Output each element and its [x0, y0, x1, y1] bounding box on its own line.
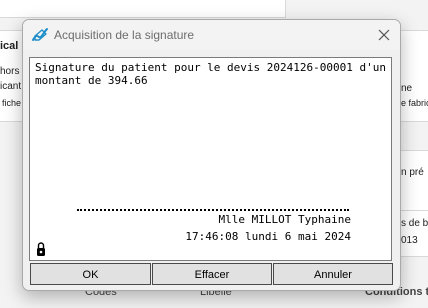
signature-dotted-line	[77, 209, 349, 211]
signature-pad[interactable]: Signature du patient pour le devis 20241…	[29, 57, 392, 261]
bg-right-label-1: ne	[401, 83, 413, 94]
bg-right-mid-label-3: 013	[401, 235, 418, 246]
cancel-button[interactable]: Annuler	[273, 263, 393, 285]
signature-timestamp: 17:46:08 lundi 6 mai 2024	[185, 230, 351, 243]
bg-right-mid-label-2: s de b	[401, 218, 428, 229]
top-left-panel	[0, 0, 286, 18]
bg-right-label-2: e fabric	[401, 98, 428, 108]
bg-left-label-3: icant	[0, 81, 22, 92]
right-panel	[398, 30, 428, 122]
dialog-titlebar[interactable]: Acquisition de la signature	[23, 20, 400, 50]
signature-pen-icon	[31, 27, 49, 43]
bg-left-label-4: fiche	[2, 98, 22, 108]
ok-button[interactable]: OK	[30, 263, 151, 285]
signer-name: Mlle MILLOT Typhaine	[218, 213, 351, 226]
clear-button[interactable]: Effacer	[152, 263, 272, 285]
right-mid-panel	[398, 150, 428, 212]
bg-left-label-2: hors	[0, 66, 20, 77]
close-icon[interactable]	[374, 25, 394, 45]
signature-dialog: Acquisition de la signature Signature du…	[22, 19, 401, 291]
bg-right-mid-label-1: n pré	[401, 167, 424, 178]
signature-message: Signature du patient pour le devis 20241…	[35, 61, 393, 87]
bg-left-label-1: ical	[0, 40, 19, 52]
dialog-title: Acquisition de la signature	[54, 28, 195, 42]
padlock-icon	[36, 241, 46, 257]
